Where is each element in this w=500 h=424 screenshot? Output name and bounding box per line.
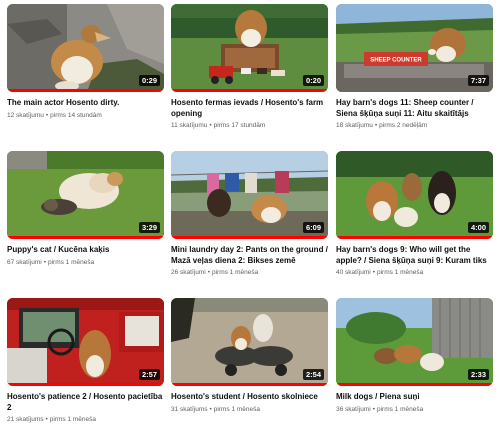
upload-age: pirms 1 mēneša — [376, 405, 424, 413]
duration-badge: 2:54 — [302, 369, 324, 380]
meta-separator: • — [43, 258, 46, 266]
meta-separator: • — [372, 269, 375, 276]
video-thumbnail[interactable]: 6:09 — [171, 151, 328, 239]
duration-badge: 7:37 — [467, 75, 489, 86]
watch-progress-bar — [336, 383, 493, 386]
video-thumbnail[interactable]: 0:29 — [7, 4, 164, 92]
upload-age: pirms 1 mēneša — [47, 258, 95, 266]
view-count: 67 skatījumi — [7, 258, 42, 266]
video-meta: 67 skatījumi • pirms 1 mēneša — [7, 258, 164, 267]
video-card[interactable]: 0:29 The main actor Hosento dirty. 12 sk… — [7, 4, 164, 120]
view-count: 36 skatījumi — [336, 405, 371, 413]
duration-badge: 2:57 — [138, 369, 160, 380]
watch-progress-bar — [171, 383, 328, 386]
upload-age: pirms 1 mēneša — [213, 405, 261, 413]
upload-age: pirms 1 mēneša — [49, 416, 97, 423]
video-card[interactable]: 2:57 Hosento's patience 2 / Hosento paci… — [7, 298, 164, 424]
video-card[interactable]: 6:09 Mini laundry day 2: Pants on the gr… — [171, 151, 328, 277]
video-title[interactable]: Hosento fermas ievads / Hosento's farm o… — [171, 98, 328, 119]
video-card[interactable]: 3:29 Puppy's cat / Kucēna kaķis 67 skatī… — [7, 151, 164, 267]
meta-separator: • — [45, 111, 49, 119]
video-title[interactable]: The main actor Hosento dirty. — [7, 98, 164, 109]
meta-separator: • — [209, 122, 212, 129]
view-count: 40 skatījumi — [336, 269, 371, 276]
upload-age: pirms 17 stundām — [213, 122, 266, 129]
video-meta: 12 skatījumu • pirms 14 stundām — [7, 111, 164, 120]
video-thumbnail[interactable]: 2:54 — [171, 298, 328, 386]
video-title[interactable]: Hosento's patience 2 / Hosento pacietība… — [7, 392, 164, 413]
video-card[interactable]: 2:54 Hosento's student / Hosento skolnie… — [171, 298, 328, 414]
meta-separator: • — [374, 122, 378, 129]
view-count: 31 skatījums — [171, 405, 208, 413]
view-count: 26 skatījumi — [171, 269, 206, 276]
sheep-counter-sign: SHEEP COUNTER — [370, 58, 422, 64]
video-title[interactable]: Hay barn's dogs 9: Who will get the appl… — [336, 245, 493, 266]
watch-progress-bar — [336, 236, 493, 239]
video-thumbnail[interactable]: 2:57 — [7, 298, 164, 386]
video-meta: 21 skatījums • pirms 1 mēneša — [7, 415, 164, 424]
video-meta: 11 skatījumu • pirms 17 stundām — [171, 121, 328, 130]
video-card[interactable]: 0:20 Hosento fermas ievads / Hosento's f… — [171, 4, 328, 130]
video-card[interactable]: SHEEP COUNTER 7:37 Hay barn's dogs 11: S… — [336, 4, 493, 130]
video-meta: 18 skatījumu • pirms 2 nedēļām — [336, 121, 493, 130]
video-meta: 36 skatījumi • pirms 1 mēneša — [336, 405, 493, 414]
view-count: 21 skatījums — [7, 416, 44, 423]
duration-badge: 2:33 — [467, 369, 489, 380]
video-thumbnail[interactable]: SHEEP COUNTER 7:37 — [336, 4, 493, 92]
duration-badge: 0:29 — [138, 75, 160, 86]
video-title[interactable]: Milk dogs / Piena suņi — [336, 392, 493, 403]
video-card[interactable]: 4:00 Hay barn's dogs 9: Who will get the… — [336, 151, 493, 277]
upload-age: pirms 1 mēneša — [376, 269, 424, 276]
video-grid: 0:29 The main actor Hosento dirty. 12 sk… — [0, 0, 500, 423]
video-meta: 26 skatījumi • pirms 1 mēneša — [171, 268, 328, 277]
video-meta: 31 skatījums • pirms 1 mēneša — [171, 405, 328, 414]
watch-progress-bar — [7, 383, 164, 386]
upload-age: pirms 14 stundām — [50, 111, 102, 119]
watch-progress-bar — [7, 236, 164, 239]
video-title[interactable]: Hosento's student / Hosento skolniece — [171, 392, 328, 403]
meta-separator: • — [207, 269, 210, 276]
video-card[interactable]: 2:33 Milk dogs / Piena suņi 36 skatījumi… — [336, 298, 493, 414]
video-thumbnail[interactable]: 0:20 — [171, 4, 328, 92]
view-count: 12 skatījumu — [7, 111, 44, 119]
meta-separator: • — [372, 405, 375, 413]
watch-progress-bar — [171, 89, 328, 92]
video-title[interactable]: Hay barn's dogs 11: Sheep counter / Sien… — [336, 98, 493, 119]
meta-separator: • — [45, 416, 48, 423]
video-thumbnail[interactable]: 4:00 — [336, 151, 493, 239]
duration-badge: 6:09 — [302, 222, 324, 233]
video-title[interactable]: Puppy's cat / Kucēna kaķis — [7, 245, 164, 256]
watch-progress-bar — [7, 89, 164, 92]
video-meta: 40 skatījumi • pirms 1 mēneša — [336, 268, 493, 277]
duration-badge: 3:29 — [138, 222, 160, 233]
duration-badge: 4:00 — [467, 222, 489, 233]
view-count: 11 skatījumu — [171, 122, 208, 129]
video-thumbnail[interactable]: 3:29 — [7, 151, 164, 239]
watch-progress-bar — [171, 236, 328, 239]
upload-age: pirms 1 mēneša — [211, 269, 259, 276]
video-thumbnail[interactable]: 2:33 — [336, 298, 493, 386]
meta-separator: • — [209, 405, 212, 413]
view-count: 18 skatījumu — [336, 122, 373, 129]
duration-badge: 0:20 — [302, 75, 324, 86]
upload-age: pirms 2 nedēļām — [379, 122, 428, 129]
video-title[interactable]: Mini laundry day 2: Pants on the ground … — [171, 245, 328, 266]
